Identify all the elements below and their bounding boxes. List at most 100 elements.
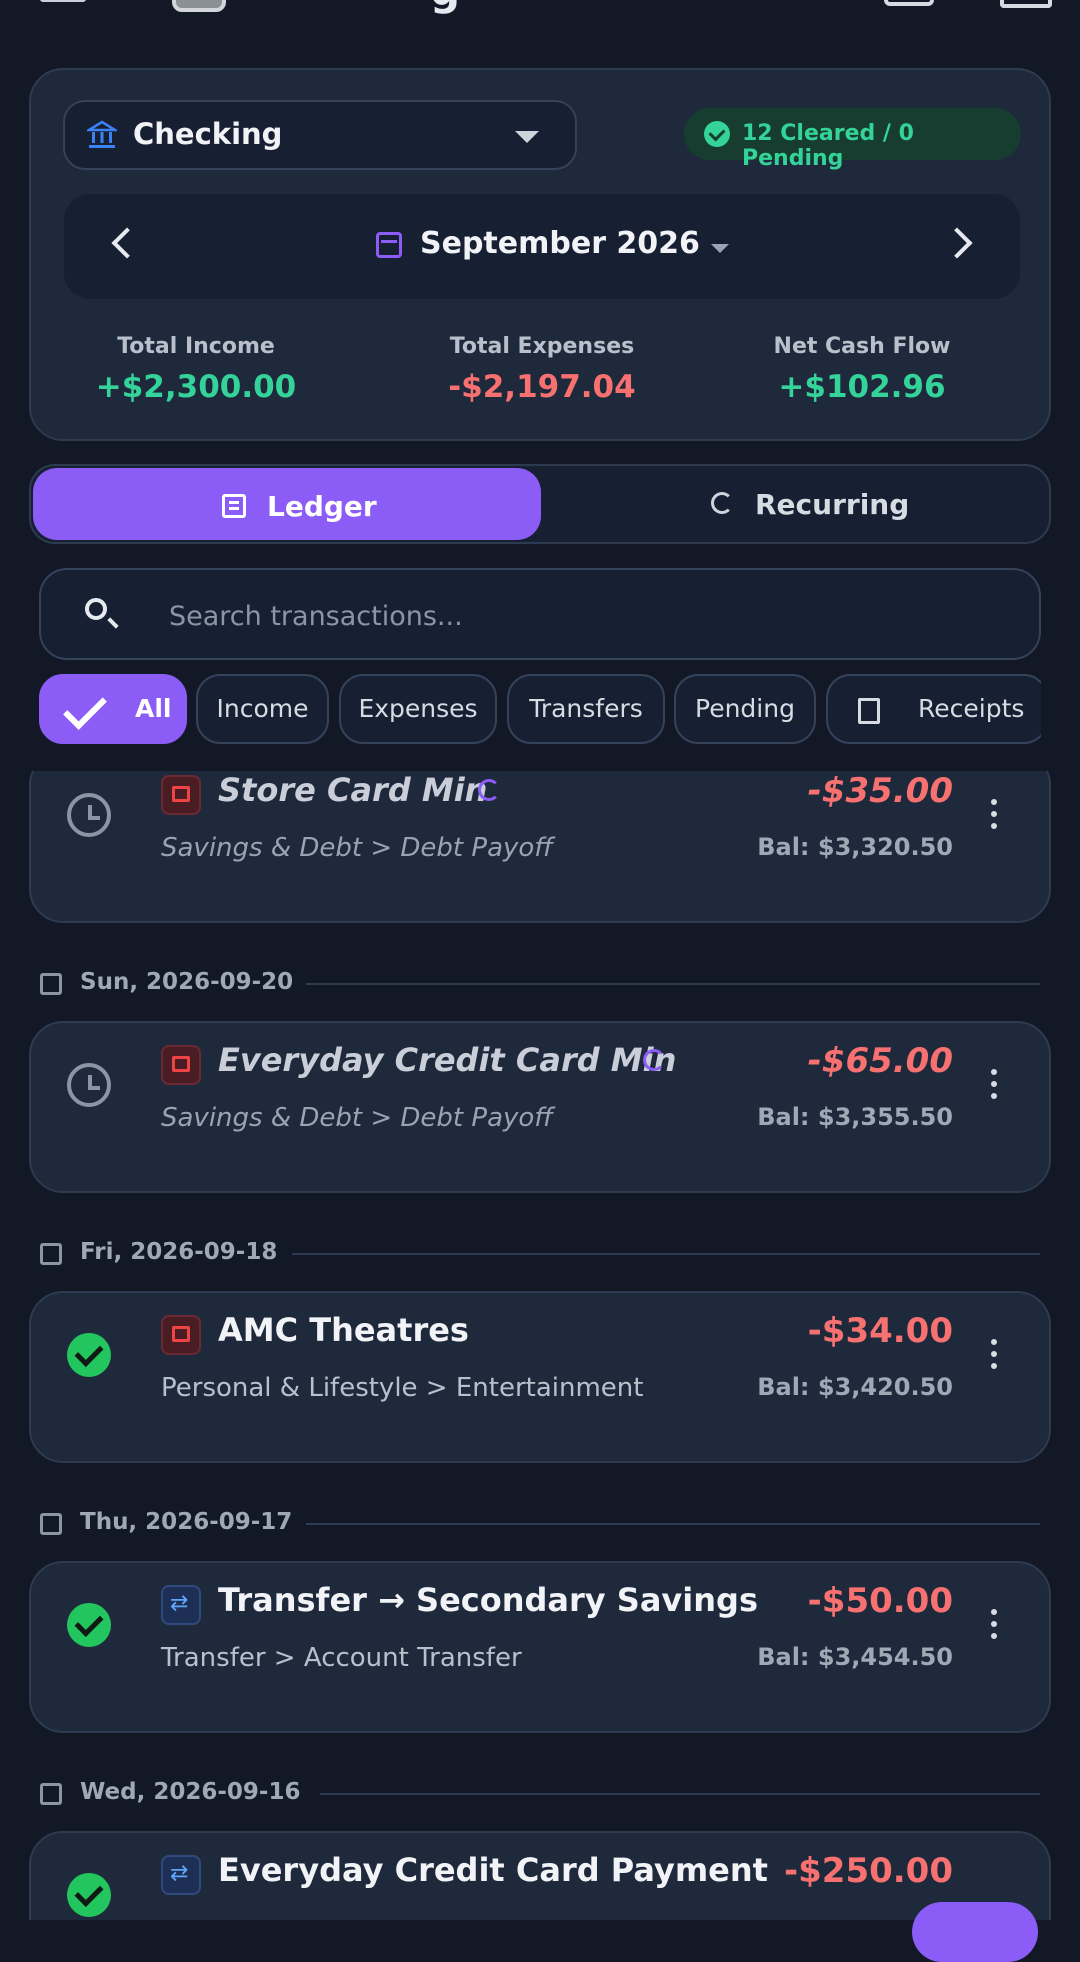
net-stat: Net Cash Flow +$102.96 [697,334,1027,405]
date-label: Wed, 2026-09-16 [80,1779,301,1805]
menu-icon[interactable] [40,0,86,2]
date-header: Wed, 2026-09-16 [40,1779,1040,1809]
date-label: Sun, 2026-09-20 [80,969,294,995]
recurring-icon [643,1049,665,1071]
filter-chip-transfers[interactable]: Transfers [507,674,665,744]
app-logo [172,0,226,12]
transaction-row[interactable]: Store Card Min Savings & Debt > Debt Pay… [29,771,1051,923]
income-label: Total Income [117,334,275,359]
add-transaction-fab[interactable] [912,1902,1038,1962]
prev-month-chevron-icon[interactable] [111,227,143,259]
account-name: Checking [133,117,283,151]
transaction-amount: -$250.00 [784,1851,953,1891]
month-navigator: September 2026 [64,194,1020,299]
next-month-chevron-icon[interactable] [941,227,973,259]
calendar-icon [376,232,402,258]
more-options-icon[interactable] [991,1069,997,1075]
filter-chip-all[interactable]: All [39,674,187,744]
calendar-icon [40,1783,62,1805]
summary-card: Checking 12 Cleared / 0 Pending Septembe… [29,68,1051,441]
view-tabs: Ledger Recurring [29,464,1051,544]
transaction-row[interactable]: Transfer → Secondary Savings Transfer > … [29,1561,1051,1733]
transaction-amount: -$50.00 [807,1581,953,1621]
transaction-title: AMC Theatres [218,1311,469,1349]
receipt-icon [858,698,880,724]
transaction-category: Transfer > Account Transfer [161,1643,522,1673]
transaction-category: Savings & Debt > Debt Payoff [161,833,554,863]
sync-icon[interactable] [884,0,934,6]
debt-category-icon [161,775,201,815]
ledger-icon [222,494,246,518]
filter-chip-income[interactable]: Income [196,674,329,744]
cleared-check-icon [67,1603,111,1647]
transaction-row[interactable]: Everyday Credit Card Min Savings & Debt … [29,1021,1051,1193]
top-app-bar: g [0,0,1080,30]
tab-recurring[interactable]: Recurring [755,488,909,521]
filter-chip-label: All [135,694,172,723]
cleared-check-icon [67,1333,111,1377]
entertainment-category-icon [161,1315,201,1355]
debt-category-icon [161,1045,201,1085]
transaction-amount: -$34.00 [807,1311,953,1351]
transaction-amount: -$35.00 [807,771,953,811]
expenses-label: Total Expenses [449,334,635,359]
tab-ledger[interactable]: Ledger [33,468,541,540]
cleared-status-badge: 12 Cleared / 0 Pending [684,108,1021,171]
transaction-amount: -$65.00 [807,1041,953,1081]
net-label: Net Cash Flow [773,334,951,359]
pending-clock-icon [67,1063,111,1107]
calendar-icon [40,973,62,995]
divider [320,1793,1040,1795]
expenses-stat: Total Expenses -$2,197.04 [377,334,707,405]
account-selector[interactable]: Checking [63,100,577,170]
transfer-category-icon [161,1855,201,1895]
recurring-icon [478,779,500,801]
transfer-category-icon [161,1585,201,1625]
filter-chip-expenses[interactable]: Expenses [339,674,497,744]
check-icon [63,686,107,730]
recurring-icon [711,492,733,514]
cleared-check-icon [67,1873,111,1917]
cleared-status-text: 12 Cleared / 0 Pending [742,121,914,171]
calendar-icon[interactable] [1000,0,1052,8]
more-options-icon[interactable] [991,1339,997,1345]
transaction-title: Transfer → Secondary Savings [218,1581,758,1619]
transaction-category: Personal & Lifestyle > Entertainment [161,1373,644,1403]
search-icon [85,598,107,620]
month-label[interactable]: September 2026 [420,226,700,261]
transaction-title: Everyday Credit Card Payment [218,1851,768,1889]
transaction-title: Everyday Credit Card Min [218,1041,677,1079]
date-header: Thu, 2026-09-17 [40,1509,1040,1539]
net-value: +$102.96 [778,369,946,405]
date-header: Sun, 2026-09-20 [40,969,1040,999]
search-input[interactable] [167,590,991,642]
income-stat: Total Income +$2,300.00 [31,334,361,405]
tab-ledger-label: Ledger [267,490,377,523]
search-bar [39,568,1041,660]
transaction-row[interactable]: AMC Theatres Personal & Lifestyle > Ente… [29,1291,1051,1463]
calendar-icon [40,1243,62,1265]
more-options-icon[interactable] [991,1609,997,1615]
transaction-balance: Bal: $3,420.50 [757,1373,953,1401]
calendar-icon [40,1513,62,1535]
expenses-value: -$2,197.04 [448,369,636,405]
transaction-list: Store Card Min Savings & Debt > Debt Pay… [0,771,1080,1920]
dropdown-caret-icon [515,131,539,143]
filter-chips: All Income Expenses Transfers Pending Re… [39,674,1041,746]
date-label: Fri, 2026-09-18 [80,1239,278,1265]
filter-chip-pending[interactable]: Pending [674,674,816,744]
date-header: Fri, 2026-09-18 [40,1239,1040,1269]
transaction-row[interactable]: Everyday Credit Card Payment -$250.00 [29,1831,1051,1920]
income-value: +$2,300.00 [95,369,297,405]
more-options-icon[interactable] [991,799,997,805]
filter-chip-receipts[interactable]: Receipts [826,674,1041,744]
transaction-balance: Bal: $3,454.50 [757,1643,953,1671]
transaction-balance: Bal: $3,355.50 [757,1103,953,1131]
divider [306,983,1040,985]
transaction-category: Savings & Debt > Debt Payoff [161,1103,554,1133]
divider [306,1523,1040,1525]
month-dropdown-caret-icon[interactable] [711,244,729,253]
bank-icon [87,120,117,148]
app-title: g [430,0,460,15]
pending-clock-icon [67,793,111,837]
